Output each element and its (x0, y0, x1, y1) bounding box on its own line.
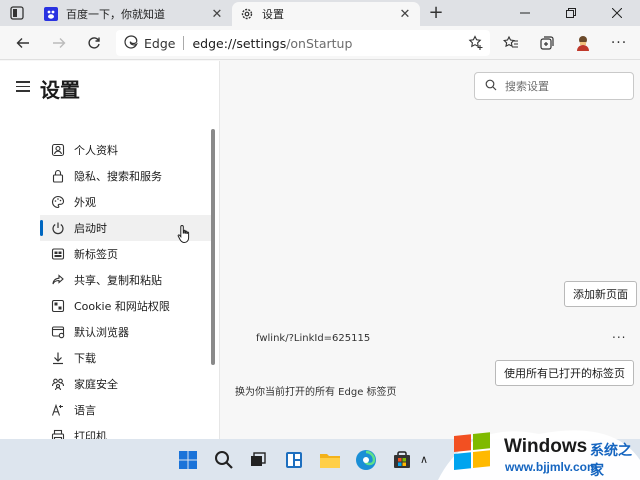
sidebar-item-label: 下载 (74, 352, 96, 365)
settings-title: 设置 (40, 78, 80, 102)
sidebar-item-family-safety[interactable]: 家庭安全 (40, 371, 212, 397)
tab-settings[interactable]: 设置 ✕ (232, 2, 420, 26)
profile-icon (50, 142, 66, 158)
search-settings-box[interactable] (474, 72, 634, 100)
tab-baidu[interactable]: 百度一下，你就知道 ✕ (36, 2, 232, 26)
start-menu-icon[interactable] (176, 448, 200, 472)
sidebar-item-label: 新标签页 (74, 248, 118, 261)
restore-button[interactable] (548, 0, 594, 26)
address-host: edge://settings (192, 35, 287, 51)
address-brand: Edge (144, 35, 176, 51)
store-icon[interactable] (390, 448, 414, 472)
page-more-options-icon[interactable]: ... (612, 327, 626, 341)
sidebar-item-label: 启动时 (74, 222, 107, 235)
search-taskbar-icon[interactable] (212, 448, 236, 472)
sidebar-item-label: 默认浏览器 (74, 326, 129, 339)
close-tab-icon[interactable]: ✕ (398, 7, 412, 22)
settings-content: 添加新页面 fwlink/?LinkId=625115 ... 使用所有已打开的… (221, 61, 640, 439)
family-icon (50, 376, 66, 392)
close-tab-icon[interactable]: ✕ (210, 7, 224, 22)
download-icon (50, 350, 66, 366)
sidebar-item-languages[interactable]: 语言 (40, 397, 212, 423)
file-explorer-icon[interactable] (318, 448, 342, 472)
sidebar-item-label: 语言 (74, 404, 96, 417)
edge-taskbar-icon[interactable] (354, 448, 378, 472)
browser-icon (50, 324, 66, 340)
close-window-button[interactable] (594, 0, 640, 26)
collections-icon[interactable] (536, 32, 558, 54)
sidebar-item-default-browser[interactable]: 默认浏览器 (40, 319, 212, 345)
sidebar-scrollbar[interactable] (211, 129, 215, 365)
sidebar-item-label: 家庭安全 (74, 378, 118, 391)
sidebar-item-label: Cookie 和网站权限 (74, 300, 170, 313)
hamburger-menu-icon[interactable] (16, 81, 30, 93)
profile-avatar-icon[interactable] (572, 32, 594, 54)
new-tab-button[interactable]: + (426, 3, 446, 23)
edge-logo-icon (124, 34, 138, 52)
site-permissions-icon (50, 298, 66, 314)
appearance-icon (50, 194, 66, 210)
language-icon (50, 402, 66, 418)
add-favorite-icon[interactable] (468, 35, 484, 54)
address-path: /onStartup (286, 35, 353, 51)
use-open-tabs-description: 换为你当前打开的所有 Edge 标签页 (235, 387, 397, 398)
sidebar-item-label: 隐私、搜索和服务 (74, 170, 162, 183)
chevron-up-icon[interactable]: ∧ (420, 453, 428, 466)
refresh-button[interactable] (81, 31, 107, 55)
sidebar-item-cookies[interactable]: Cookie 和网站权限 (40, 293, 212, 319)
tab-actions-icon[interactable] (10, 6, 24, 20)
watermark-url: www.bjjmlv.com (505, 460, 598, 474)
share-icon (50, 272, 66, 288)
tab-strip: 百度一下，你就知道 ✕ 设置 ✕ + (0, 0, 640, 26)
tab-title: 百度一下，你就知道 (66, 8, 165, 21)
sidebar-item-new-tab[interactable]: 新标签页 (40, 241, 212, 267)
sidebar-item-profile[interactable]: 个人资料 (40, 137, 212, 163)
minimize-button[interactable] (502, 0, 548, 26)
navigation-bar: Edge edge://settings/onStartup ··· (0, 26, 640, 60)
task-view-icon[interactable] (246, 448, 270, 472)
more-options-icon[interactable]: ··· (608, 32, 630, 54)
sidebar-item-downloads[interactable]: 下载 (40, 345, 212, 371)
favorites-icon[interactable] (500, 32, 522, 54)
tab-title: 设置 (262, 8, 284, 21)
startup-page-url: fwlink/?LinkId=625115 (256, 333, 371, 344)
gear-icon (240, 7, 254, 21)
search-icon (485, 79, 497, 94)
lock-icon (50, 168, 66, 184)
settings-sidebar: 设置 个人资料 隐私、搜索和服务 外观 启动时 新标签页 共享、复制和粘贴 Co (0, 61, 220, 480)
sidebar-item-privacy[interactable]: 隐私、搜索和服务 (40, 163, 212, 189)
sidebar-item-share[interactable]: 共享、复制和粘贴 (40, 267, 212, 293)
sidebar-nav-list: 个人资料 隐私、搜索和服务 外观 启动时 新标签页 共享、复制和粘贴 Cooki… (40, 137, 212, 449)
address-separator (183, 36, 185, 50)
widgets-icon[interactable] (282, 448, 306, 472)
forward-button[interactable] (46, 31, 72, 55)
sidebar-item-label: 外观 (74, 196, 96, 209)
power-icon (50, 220, 66, 236)
back-button[interactable] (10, 31, 36, 55)
baidu-paw-icon (44, 7, 58, 21)
search-input[interactable] (505, 79, 615, 93)
sidebar-item-appearance[interactable]: 外观 (40, 189, 212, 215)
sidebar-item-label: 个人资料 (74, 144, 118, 157)
add-new-page-button[interactable]: 添加新页面 (564, 281, 637, 307)
newtab-icon (50, 246, 66, 262)
use-all-open-tabs-button[interactable]: 使用所有已打开的标签页 (495, 360, 634, 386)
sidebar-item-label: 共享、复制和粘贴 (74, 274, 162, 287)
hand-cursor-icon (177, 224, 193, 244)
address-bar[interactable]: Edge edge://settings/onStartup (116, 30, 490, 56)
watermark-title: Windows (504, 436, 588, 457)
